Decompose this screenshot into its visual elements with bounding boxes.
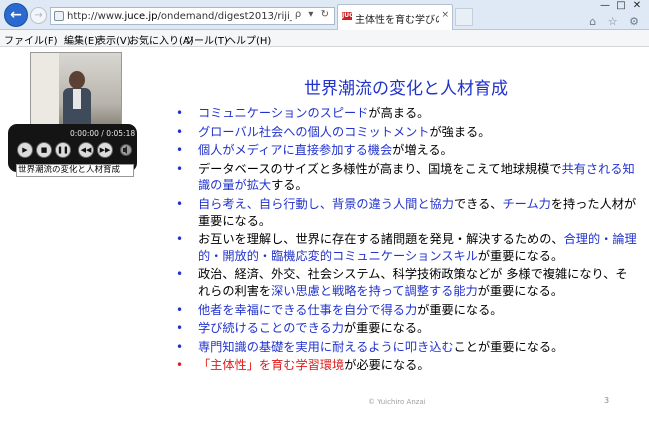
tab-close-icon[interactable]: × xyxy=(441,10,449,20)
bullet-text: が重要になる。 xyxy=(477,248,564,263)
bullet-marker: • xyxy=(176,339,184,354)
bullet-marker: • xyxy=(176,106,184,120)
bullet-text: が重要になる。 xyxy=(343,321,430,336)
bullet-marker: • xyxy=(176,143,184,158)
highlighted-text: 学び続けることのできる力 xyxy=(198,321,344,336)
bullet-text: が重要になる。 xyxy=(417,302,503,317)
rewind-icon: ◀◀ xyxy=(80,146,92,154)
bullet-text: が重要になる。 xyxy=(477,283,564,298)
bullet-marker: • xyxy=(176,232,184,247)
slide-title: 世界潮流の変化と人材育成 xyxy=(304,79,508,99)
bullet-text: お互いを理解し、世界に存在する諸問題を発見・解決するための、 xyxy=(198,232,564,247)
bullet-text: が必要になる。 xyxy=(344,358,430,373)
bullet-item: • 他者を幸福にできる仕事を自分で得る力が重要になる。 xyxy=(172,302,637,319)
highlighted-text: 専門知識の基礎を実用に耐えるように叩き込む xyxy=(198,339,454,354)
tab-title: 主体性を育む学びのイノ... xyxy=(355,15,439,26)
back-arrow-icon: ← xyxy=(10,7,22,23)
page-content: 0:00:00 / 0:05:18 ▶ ■ ❚❚ ◀◀ ▶▶ 世界潮流の変化と人… xyxy=(0,48,649,434)
minimize-button[interactable]: — xyxy=(597,0,613,11)
presenter-head xyxy=(69,71,85,89)
bullet-text: データベースのサイズと多様性が高まり、国境をこえて地球規模で xyxy=(198,161,562,176)
bullet-text: ことが重要になる。 xyxy=(453,339,564,354)
stop-icon: ■ xyxy=(40,146,48,154)
bullet-text: する。 xyxy=(271,178,308,193)
video-caption: 世界潮流の変化と人材育成 xyxy=(16,164,134,177)
bullet-item: • 専門知識の基礎を実用に耐えるように叩き込むことが重要になる。 xyxy=(172,339,637,356)
window-controls: — □ ✕ xyxy=(597,0,645,14)
juce-favicon-icon: JUCE xyxy=(342,12,358,20)
new-tab-button[interactable] xyxy=(455,8,473,26)
fast-forward-icon: ▶▶ xyxy=(99,146,111,154)
menu-edit[interactable]: 編集(E) xyxy=(64,32,98,47)
address-bar[interactable]: http://www.juce.jp/ondemand/digest2013/r… xyxy=(50,7,335,25)
url-domain: juce.jp xyxy=(124,11,158,22)
highlighted-text: 他者を幸福にできる仕事を自分で得る力 xyxy=(198,302,418,317)
playback-time: 0:00:00 / 0:05:18 xyxy=(70,129,136,138)
pause-button[interactable]: ❚❚ xyxy=(55,142,71,158)
rewind-button[interactable]: ◀◀ xyxy=(78,142,94,158)
tab-active[interactable]: JUCE 主体性を育む学びのイノ... × xyxy=(337,4,453,30)
highlighted-text: 個人がメディアに直接参加する機会 xyxy=(198,143,393,158)
maximize-button[interactable]: □ xyxy=(613,0,629,11)
menu-bar: ファイル(F) 編集(E) 表示(V) お気に入り(A) ツール(T) ヘルプ(… xyxy=(0,30,649,47)
bullet-marker: • xyxy=(176,302,184,317)
play-button[interactable]: ▶ xyxy=(17,142,33,158)
menu-help[interactable]: ヘルプ(H) xyxy=(226,32,271,47)
projection-screen xyxy=(31,53,59,125)
forward-arrow-icon: → xyxy=(34,10,43,21)
close-window-button[interactable]: ✕ xyxy=(629,0,645,11)
bullet-text: が増える。 xyxy=(392,143,453,158)
bullet-item: • 政治、経済、外交、社会システム、科学技術政策などが 多様で複雑になり、それらの… xyxy=(172,266,637,299)
highlighted-text: コミュニケーションのスピード xyxy=(198,106,369,120)
url-path: /ondemand/digest2013/riji_2013/1s/1s_fil… xyxy=(157,11,292,22)
bullet-item: • 個人がメディアに直接参加する機会が増える。 xyxy=(172,142,637,159)
stop-button[interactable]: ■ xyxy=(36,142,52,158)
highlighted-text: 「主体性」を育む学習環境 xyxy=(198,358,345,373)
bullet-marker: • xyxy=(176,358,184,373)
presenter-video[interactable] xyxy=(30,52,122,126)
play-icon: ▶ xyxy=(22,146,28,154)
highlighted-text: 深い思慮と戦略を持って調整する能力 xyxy=(271,283,478,298)
back-button[interactable]: ← xyxy=(4,3,28,27)
volume-icon[interactable] xyxy=(120,143,132,157)
forward-button[interactable]: → xyxy=(30,7,47,24)
home-favorites-settings-icons[interactable]: ⌂ ☆ ⚙ xyxy=(589,15,643,28)
menu-file[interactable]: ファイル(F) xyxy=(4,32,58,47)
menu-tools[interactable]: ツール(T) xyxy=(184,32,228,47)
bullet-item: • 「主体性」を育む学習環境が必要になる。 xyxy=(172,357,637,374)
pause-icon: ❚❚ xyxy=(57,146,69,154)
bullet-text: できる、 xyxy=(453,196,503,211)
menu-view[interactable]: 表示(V) xyxy=(96,32,131,47)
search-refresh-icons[interactable]: ρ ▾ ↻ xyxy=(295,9,331,20)
bullet-item: • グローバル社会への個人のコミットメントが強まる。 xyxy=(172,124,637,141)
browser-titlebar: ← → http://www.juce.jp/ondemand/digest20… xyxy=(0,0,649,30)
bullet-item: • 自ら考え、自ら行動し、背景の違う人間と協力できる、チーム力を持った人材が重要に… xyxy=(172,196,637,229)
highlighted-text: グローバル社会への個人のコミットメント xyxy=(198,124,430,139)
bullet-text: が高まる。 xyxy=(368,106,430,120)
highlighted-text: チーム力 xyxy=(502,196,551,211)
url-text[interactable]: http://www.juce.jp/ondemand/digest2013/r… xyxy=(67,10,292,23)
url-prefix: http://www. xyxy=(67,11,125,22)
page-icon xyxy=(54,11,64,21)
bullet-marker: • xyxy=(176,321,184,336)
bullet-item: • データベースのサイズと多様性が高まり、国境をこえて地球規模で共有される知識の量… xyxy=(172,161,637,194)
bullet-text: が強まる。 xyxy=(429,124,491,139)
copyright: © Yuichiro Anzai xyxy=(368,398,426,406)
bullet-item: • コミュニケーションのスピードが高まる。 xyxy=(172,105,637,122)
bullet-marker: • xyxy=(176,267,184,282)
bullet-item: • お互いを理解し、世界に存在する諸問題を発見・解決するための、合理的・論理的・開… xyxy=(172,231,637,264)
bullet-marker: • xyxy=(176,161,184,176)
bullet-marker: • xyxy=(176,196,184,211)
slide: 世界潮流の変化と人材育成 • コミュニケーションのスピードが高まる。 • グローバル社… xyxy=(150,48,640,428)
bullet-list: • コミュニケーションのスピードが高まる。 • グローバル社会への個人のコミットメント… xyxy=(172,105,637,376)
fast-forward-button[interactable]: ▶▶ xyxy=(97,142,113,158)
bullet-marker: • xyxy=(176,124,184,139)
bullet-item: • 学び続けることのできる力が重要になる。 xyxy=(172,320,637,337)
highlighted-text: 自ら考え、自ら行動し、背景の違う人間と協力 xyxy=(198,196,454,211)
page-number: 3 xyxy=(604,396,610,405)
